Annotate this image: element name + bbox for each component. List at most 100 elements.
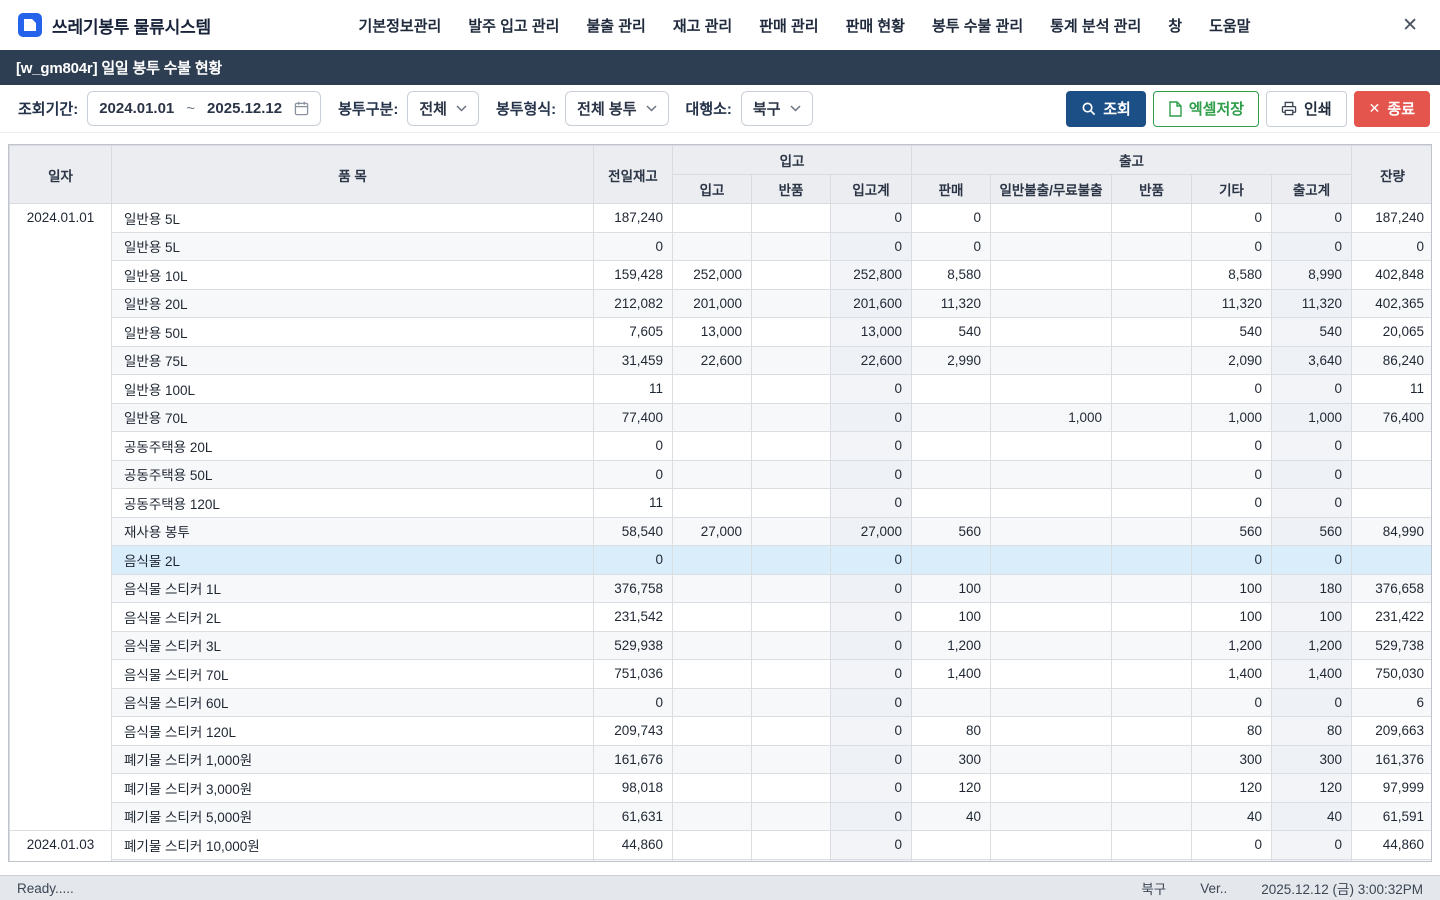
num-cell[interactable] [991, 802, 1112, 831]
num-cell[interactable]: 252,800 [831, 261, 912, 290]
num-cell[interactable] [673, 859, 752, 862]
num-cell[interactable]: 212,082 [594, 289, 673, 318]
num-cell[interactable]: 3,640 [1272, 346, 1352, 375]
num-cell[interactable] [912, 460, 991, 489]
num-cell[interactable] [991, 660, 1112, 689]
num-cell[interactable]: 0 [1192, 831, 1272, 860]
num-cell[interactable] [673, 717, 752, 746]
table-row[interactable]: 공동주택용 20L0000 [10, 432, 1433, 461]
num-cell[interactable] [752, 375, 831, 404]
num-cell[interactable] [752, 631, 831, 660]
num-cell[interactable]: 27,000 [831, 517, 912, 546]
table-row[interactable]: 일반용 5L000000 [10, 232, 1433, 261]
num-cell[interactable] [1112, 517, 1192, 546]
table-row[interactable]: 공동주택용 120L11000 [10, 489, 1433, 518]
num-cell[interactable]: 0 [1352, 232, 1432, 261]
num-cell[interactable]: 0 [831, 745, 912, 774]
num-cell[interactable]: 0 [1192, 688, 1272, 717]
calendar-icon[interactable] [294, 101, 309, 116]
num-cell[interactable]: 44,860 [594, 831, 673, 860]
num-cell[interactable] [912, 403, 991, 432]
num-cell[interactable]: 1,000 [1272, 403, 1352, 432]
num-cell[interactable]: 0 [1192, 546, 1272, 575]
num-cell[interactable]: 2,990 [912, 346, 991, 375]
num-cell[interactable] [991, 432, 1112, 461]
num-cell[interactable]: 13,000 [673, 318, 752, 347]
num-cell[interactable] [1352, 489, 1432, 518]
num-cell[interactable] [673, 460, 752, 489]
num-cell[interactable]: 376,658 [1352, 574, 1432, 603]
num-cell[interactable] [991, 460, 1112, 489]
num-cell[interactable] [912, 859, 991, 862]
menu-item-sales[interactable]: 판매 관리 [759, 15, 818, 36]
num-cell[interactable] [1112, 261, 1192, 290]
item-cell[interactable]: 공동주택용 120L [112, 489, 594, 518]
num-cell[interactable]: 0 [594, 432, 673, 461]
num-cell[interactable]: 209,743 [594, 717, 673, 746]
num-cell[interactable] [752, 489, 831, 518]
num-cell[interactable] [752, 688, 831, 717]
table-row[interactable]: 일반용 50L7,60513,00013,00054054054020,065 [10, 318, 1433, 347]
date-cell[interactable]: 2024.01.03 [10, 831, 112, 863]
num-cell[interactable]: 209,663 [1352, 717, 1432, 746]
num-cell[interactable]: 8,990 [1272, 261, 1352, 290]
item-cell[interactable]: 음식물 2L [112, 546, 594, 575]
num-cell[interactable]: 540 [1192, 318, 1272, 347]
num-cell[interactable]: 402,848 [1352, 261, 1432, 290]
num-cell[interactable] [1112, 631, 1192, 660]
menu-item-inventory[interactable]: 재고 관리 [673, 15, 732, 36]
num-cell[interactable]: 84,990 [1352, 517, 1432, 546]
num-cell[interactable]: 180 [1272, 574, 1352, 603]
table-row[interactable]: 2024.01.01일반용 5L187,2400000187,240 [10, 204, 1433, 233]
item-cell[interactable]: 음식물 스티커 2L [112, 603, 594, 632]
item-cell[interactable]: 폐기물 스티커 1,000원 [112, 745, 594, 774]
num-cell[interactable]: 159,428 [594, 261, 673, 290]
num-cell[interactable]: 11 [1352, 375, 1432, 404]
item-cell[interactable]: 일반용 100L [112, 375, 594, 404]
num-cell[interactable]: 300 [912, 745, 991, 774]
num-cell[interactable]: 40 [912, 802, 991, 831]
num-cell[interactable] [1112, 346, 1192, 375]
num-cell[interactable] [912, 831, 991, 860]
num-cell[interactable] [1352, 859, 1432, 862]
item-cell[interactable]: 음식물 스티커 120L [112, 717, 594, 746]
menu-item-order-inbound[interactable]: 발주 입고 관리 [468, 15, 559, 36]
menu-item-sales-status[interactable]: 판매 현황 [846, 15, 905, 36]
num-cell[interactable] [752, 517, 831, 546]
item-cell[interactable]: 일반용 50L [112, 318, 594, 347]
num-cell[interactable] [752, 660, 831, 689]
item-cell[interactable]: 폐기물 스티커 5,000원 [112, 802, 594, 831]
num-cell[interactable]: 120 [1192, 774, 1272, 803]
num-cell[interactable]: 0 [1272, 831, 1352, 860]
num-cell[interactable] [1112, 745, 1192, 774]
num-cell[interactable]: 40 [1192, 802, 1272, 831]
num-cell[interactable]: 0 [831, 802, 912, 831]
table-row[interactable]: 음식물 스티커 120L209,7430808080209,663 [10, 717, 1433, 746]
num-cell[interactable]: 0 [831, 717, 912, 746]
num-cell[interactable]: 80 [912, 717, 991, 746]
num-cell[interactable]: 76,400 [1352, 403, 1432, 432]
table-row[interactable]: 2024.01.03폐기물 스티커 10,000원44,86000044,860 [10, 831, 1433, 860]
item-cell[interactable]: 공동주택용 20L [112, 432, 594, 461]
num-cell[interactable] [991, 346, 1112, 375]
num-cell[interactable] [991, 831, 1112, 860]
table-row[interactable]: 폐기물 스티커 3,000원98,018012012012097,999 [10, 774, 1433, 803]
num-cell[interactable]: 0 [831, 774, 912, 803]
num-cell[interactable]: 2,090 [1192, 346, 1272, 375]
num-cell[interactable] [752, 717, 831, 746]
num-cell[interactable] [1112, 432, 1192, 461]
num-cell[interactable] [673, 802, 752, 831]
item-cell[interactable]: 음식물 스티커 1L [112, 574, 594, 603]
item-cell[interactable]: 일반용 10L [112, 261, 594, 290]
num-cell[interactable]: 1,000 [991, 403, 1112, 432]
num-cell[interactable]: 0 [594, 688, 673, 717]
item-cell[interactable]: 일반용 5L [112, 232, 594, 261]
num-cell[interactable]: 751,036 [594, 660, 673, 689]
num-cell[interactable]: 44,860 [1352, 831, 1432, 860]
num-cell[interactable] [991, 261, 1112, 290]
menu-item-window[interactable]: 창 [1168, 15, 1182, 36]
num-cell[interactable]: 1,000 [1192, 403, 1272, 432]
num-cell[interactable] [991, 859, 1112, 862]
item-cell[interactable]: 일반용 70L [112, 403, 594, 432]
num-cell[interactable] [673, 574, 752, 603]
